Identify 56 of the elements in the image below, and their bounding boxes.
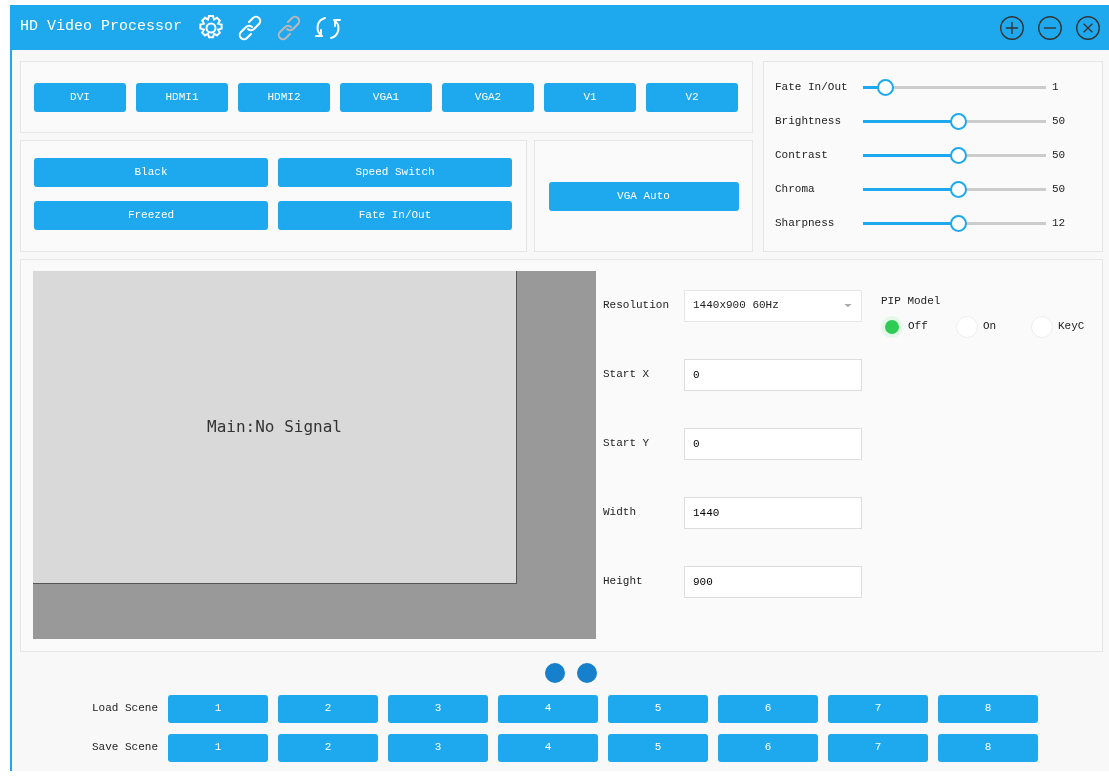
input-field[interactable]: 900 xyxy=(684,565,862,598)
scene-button[interactable]: 6 xyxy=(718,694,818,723)
slider-value: 50 xyxy=(1051,113,1067,129)
input-button[interactable]: DVI xyxy=(34,82,126,112)
slider-label: Fate In/Out xyxy=(775,79,849,95)
field-label: Resolution xyxy=(603,298,670,314)
scene-button[interactable]: 2 xyxy=(278,733,378,762)
scene-button[interactable]: 5 xyxy=(608,694,708,723)
function-button[interactable]: Speed Switch xyxy=(278,158,512,187)
scene-label: Load Scene xyxy=(91,701,158,717)
function-button[interactable]: Freezed xyxy=(34,201,268,230)
slider-label: Brightness xyxy=(775,113,842,129)
radio-label: KeyC xyxy=(1058,319,1085,335)
input-button[interactable]: HDMI1 xyxy=(136,82,228,112)
no-signal-text: Main:No Signal xyxy=(207,416,342,438)
function-button[interactable]: Black xyxy=(34,158,268,187)
window-title: HD Video Processor xyxy=(20,17,183,38)
vga-auto-button[interactable]: VGA Auto xyxy=(548,181,739,211)
input-button[interactable]: V2 xyxy=(646,82,738,112)
field-label: Width xyxy=(603,505,637,521)
slider-label: Sharpness xyxy=(775,215,836,231)
radio-label: On xyxy=(983,319,998,335)
field-label: Start X xyxy=(603,367,651,383)
field-label: Start Y xyxy=(603,436,651,452)
scene-button[interactable]: 4 xyxy=(498,733,598,762)
slider-value: 12 xyxy=(1051,215,1067,231)
scene-label: Save Scene xyxy=(91,740,158,756)
input-field[interactable]: 1440 xyxy=(684,496,862,529)
scene-button[interactable]: 2 xyxy=(278,694,378,723)
input-button[interactable]: VGA2 xyxy=(442,82,534,112)
slider-value: 1 xyxy=(1051,79,1060,95)
scene-button[interactable]: 5 xyxy=(608,733,708,762)
scene-button[interactable]: 1 xyxy=(168,733,268,762)
pip-title: PIP Model xyxy=(881,294,942,309)
function-button[interactable]: Fate In/Out xyxy=(278,201,512,230)
scene-button[interactable]: 3 xyxy=(388,694,488,723)
slider-value: 50 xyxy=(1051,181,1067,197)
slider-value: 50 xyxy=(1051,147,1067,163)
input-button[interactable]: V1 xyxy=(544,82,636,112)
scene-button[interactable]: 7 xyxy=(828,694,928,723)
input-field[interactable]: 0 xyxy=(684,427,862,460)
slider-label: Contrast xyxy=(775,147,829,163)
scene-button[interactable]: 3 xyxy=(388,733,488,762)
resolution-dropdown[interactable]: 1440x900 60Hz xyxy=(684,289,862,322)
scene-button[interactable]: 7 xyxy=(828,733,928,762)
scene-button[interactable]: 8 xyxy=(938,694,1038,723)
input-button[interactable]: HDMI2 xyxy=(238,82,330,112)
radio-label: Off xyxy=(908,319,929,335)
scene-button[interactable]: 4 xyxy=(498,694,598,723)
field-label: Height xyxy=(603,574,644,590)
scene-button[interactable]: 6 xyxy=(718,733,818,762)
scene-button[interactable]: 1 xyxy=(168,694,268,723)
scene-button[interactable]: 8 xyxy=(938,733,1038,762)
input-button[interactable]: VGA1 xyxy=(340,82,432,112)
slider-label: Chroma xyxy=(775,181,816,197)
input-field[interactable]: 0 xyxy=(684,358,862,391)
